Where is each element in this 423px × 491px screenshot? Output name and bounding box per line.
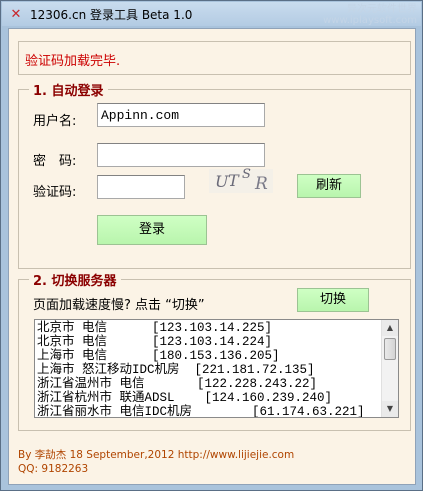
scroll-up-icon[interactable]: ▲ xyxy=(382,320,398,336)
captcha-char: R xyxy=(255,174,268,194)
window-title: 12306.cn 登录工具 Beta 1.0 xyxy=(30,8,193,22)
login-button[interactable]: 登录 xyxy=(97,215,207,245)
refresh-captcha-button[interactable]: 刷新 xyxy=(297,174,361,198)
client-area: 验证码加载完毕. 1. 自动登录 用户名: 密 码: 验证码: U T S R … xyxy=(8,28,416,485)
captcha-image[interactable]: U T S R xyxy=(209,167,273,194)
server-list-item[interactable]: 北京市 电信 [123.103.14.225] xyxy=(37,321,272,335)
app-window: ✕ 12306.cn 登录工具 Beta 1.0 异次元软件世界 www.ipl… xyxy=(0,0,423,491)
server-list-item[interactable]: 浙江省温州市 电信 [122.228.243.22] xyxy=(37,377,317,391)
captcha-char: T xyxy=(228,171,239,190)
password-field[interactable] xyxy=(97,143,265,167)
captcha-label: 验证码: xyxy=(33,185,77,200)
login-group-legend: 1. 自动登录 xyxy=(29,80,108,99)
server-list-item[interactable]: 上海市 怒江移动IDC机房 [221.181.72.135] xyxy=(37,363,315,377)
title-bar[interactable]: ✕ 12306.cn 登录工具 Beta 1.0 异次元软件世界 www.ipl… xyxy=(2,2,421,26)
username-label: 用户名: xyxy=(33,114,77,129)
author-qq: QQ: 9182263 xyxy=(18,463,89,475)
scrollbar-thumb[interactable] xyxy=(384,338,396,360)
server-list-item[interactable]: 上海市 电信 [180.153.136.205] xyxy=(37,349,280,363)
server-list-item[interactable]: 北京市 电信 [123.103.14.224] xyxy=(37,335,272,349)
server-group-legend: 2. 切换服务器 xyxy=(29,270,121,289)
captcha-char: U xyxy=(215,172,229,191)
server-list-item[interactable]: 浙江省丽水市 电信IDC机房 [61.174.63.221] xyxy=(37,405,365,417)
captcha-field[interactable] xyxy=(97,175,185,199)
app-logo-icon: ✕ xyxy=(10,7,22,22)
server-list-scrollbar[interactable]: ▲ ▼ xyxy=(381,320,398,417)
captcha-char: S xyxy=(242,167,251,182)
author-credit: By 李劼杰 18 September,2012 http://www.liji… xyxy=(18,449,295,461)
status-box: 验证码加载完毕. xyxy=(18,41,411,75)
password-label: 密 码: xyxy=(33,154,77,169)
server-list[interactable]: 北京市 电信 [123.103.14.225] 北京市 电信 [123.103.… xyxy=(34,319,399,418)
switch-server-button[interactable]: 切换 xyxy=(297,288,369,312)
status-text: 验证码加载完毕. xyxy=(25,54,121,69)
scroll-down-icon[interactable]: ▼ xyxy=(382,401,398,417)
switch-hint: 页面加载速度慢? 点击 “切换” xyxy=(33,298,205,313)
watermark: 异次元软件世界 www.iplaysoft.com xyxy=(323,4,417,26)
server-list-item[interactable]: 浙江省杭州市 联通ADSL [124.160.239.240] xyxy=(37,391,332,405)
username-field[interactable] xyxy=(97,103,265,127)
